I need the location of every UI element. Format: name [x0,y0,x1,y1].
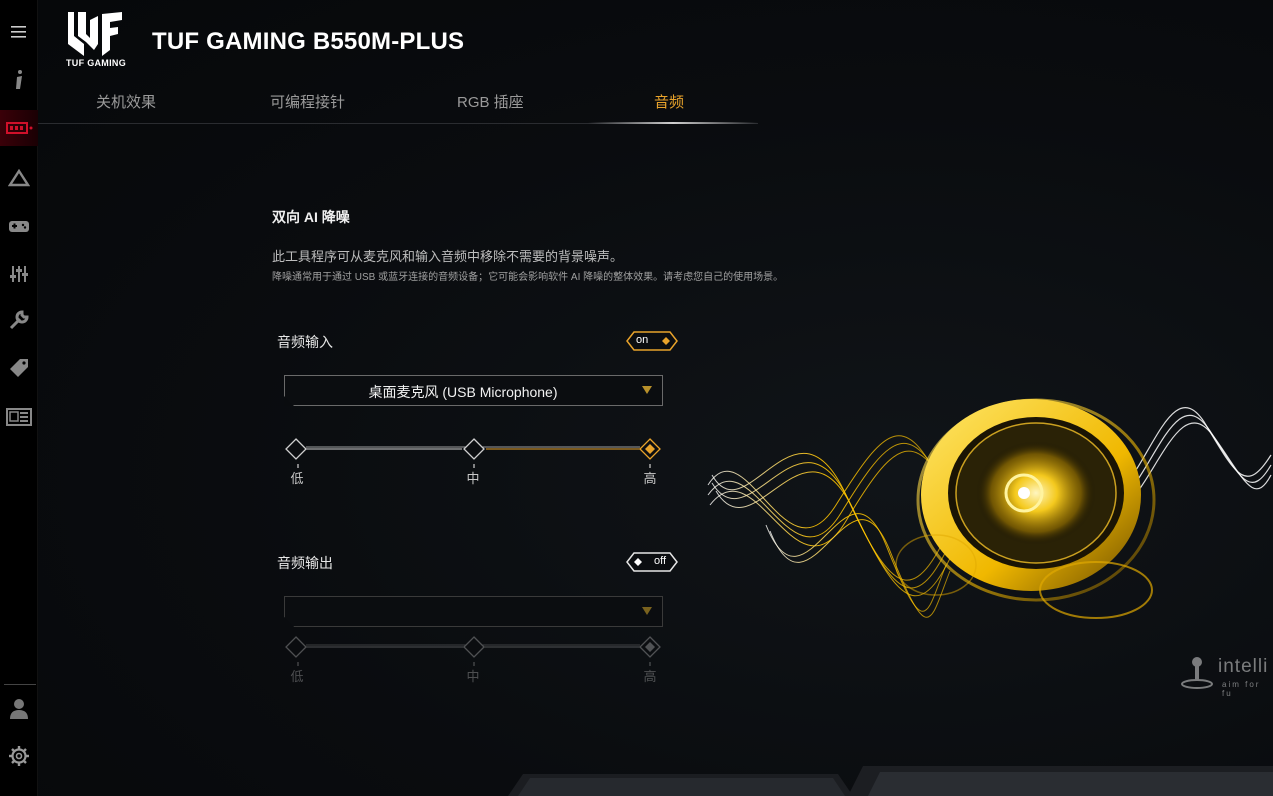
level-high: 高 [643,471,657,486]
menu-icon[interactable] [0,14,38,50]
gamepad-icon[interactable] [0,208,38,244]
aura-icon[interactable] [0,160,38,196]
tab-shutdown-effect[interactable]: 关机效果 [96,91,156,112]
selected-device: 桌面麦克风 (USB Microphone) [368,384,558,400]
audio-output-label: 音频输出 [277,555,333,571]
audio-input-label: 音频输入 [277,334,333,350]
toggle-state-text: on [636,334,649,346]
sidebar [0,0,38,796]
main-panel: TUF GAMING TUF GAMING B550M-PLUS 关机效果 可编… [38,0,1273,796]
gear-icon[interactable] [0,738,38,774]
info-icon[interactable] [0,62,38,98]
bottom-decoration [38,760,1273,796]
audio-input-toggle[interactable]: on [626,331,678,351]
tab-addressable-header[interactable]: 可编程接针 [270,91,345,112]
audio-input-level-slider[interactable]: 低 中 高 [284,438,664,498]
audio-output-toggle[interactable]: off [626,552,678,572]
tab-rgb-header[interactable]: RGB 插座 [457,91,524,112]
level-low: 低 [290,669,304,684]
level-mid: 中 [466,471,480,486]
tab-bar: 关机效果 可编程接针 RGB 插座 音频 [38,86,758,124]
app-title: TUF GAMING B550M-PLUS [152,28,465,55]
active-tab-indicator [588,122,758,124]
tab-audio[interactable]: 音频 [654,91,684,112]
chevron-down-icon [642,386,652,394]
toggle-state-text: off [654,555,667,567]
section-description: 此工具程序可从麦克风和输入音频中移除不需要的背景噪声。 [272,249,624,264]
motherboard-icon[interactable] [0,110,38,146]
equalizer-icon[interactable] [0,256,38,292]
section-note: 降噪通常用于通过 USB 或蓝牙连接的音频设备；它可能会影响软件 AI 降噪的整… [272,272,784,283]
user-icon[interactable] [0,690,38,726]
audio-output-level-slider[interactable]: 低 中 高 [284,636,664,696]
tag-icon[interactable] [0,350,38,386]
audio-input-device-select[interactable]: 桌面麦克风 (USB Microphone) [284,375,663,406]
watermark: intelli aim for fu [1180,654,1273,698]
level-low: 低 [290,471,304,486]
corner-notch [284,617,294,627]
corner-notch [284,396,294,406]
chevron-down-icon [642,607,652,615]
watermark-text: intelli [1218,656,1269,677]
news-icon[interactable] [0,399,38,435]
logo-text: TUF GAMING [66,58,126,68]
level-high: 高 [643,669,657,684]
ai-noise-cancel-illustration [706,385,1273,645]
section-title: 双向 AI 降噪 [272,209,350,225]
sidebar-divider [4,684,36,685]
wrench-icon[interactable] [0,302,38,338]
audio-output-device-select[interactable] [284,596,663,627]
level-mid: 中 [466,669,480,684]
watermark-subtext: aim for fu [1222,680,1261,698]
